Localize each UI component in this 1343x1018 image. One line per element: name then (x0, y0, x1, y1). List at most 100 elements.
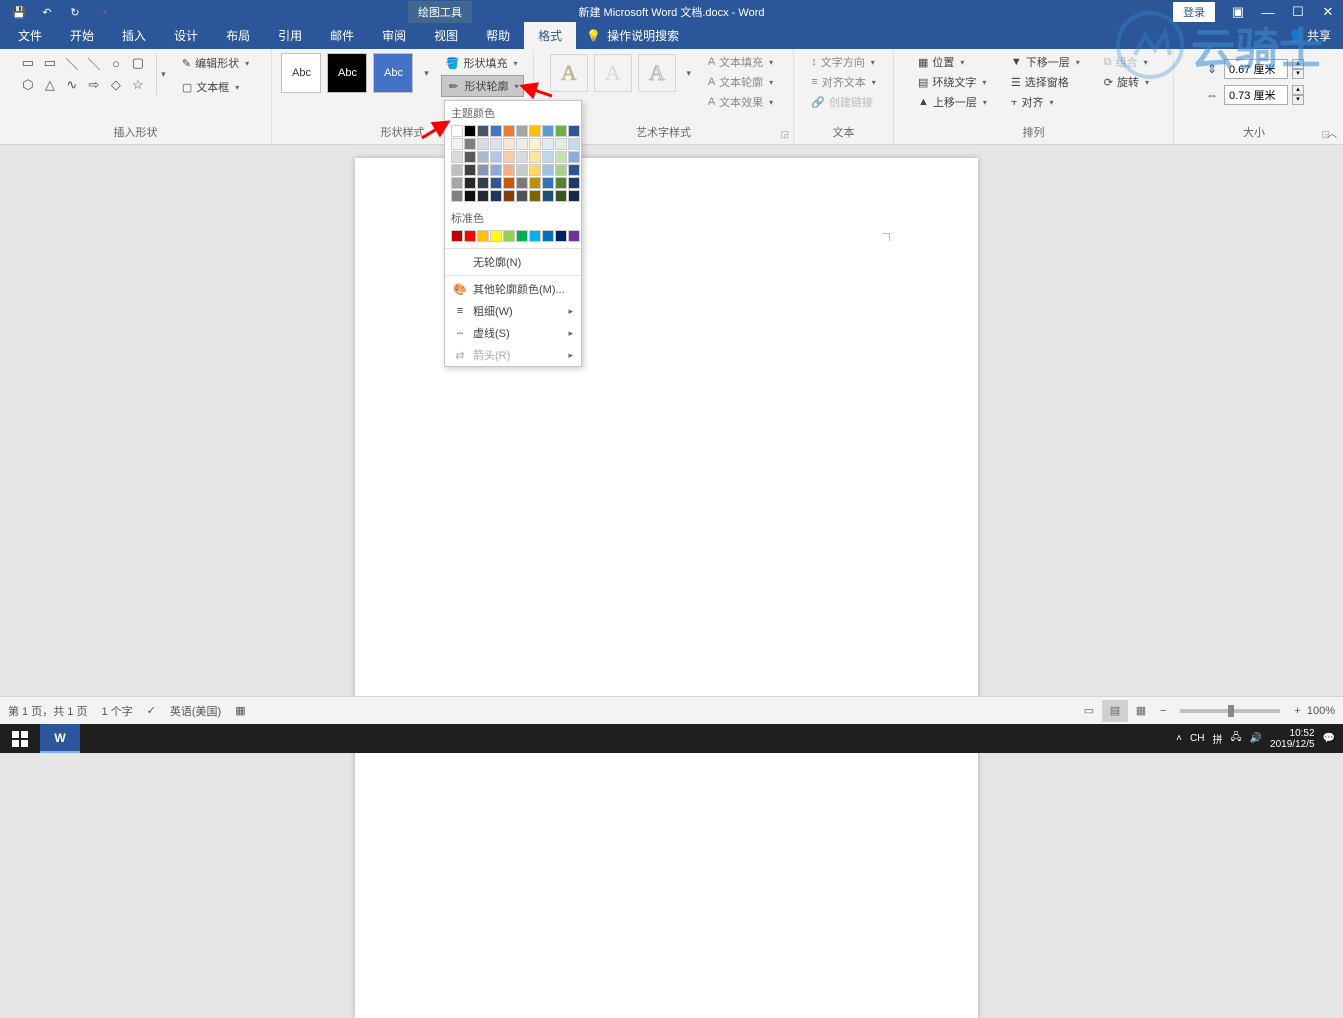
undo-icon[interactable]: ↶ (40, 6, 54, 19)
color-swatch[interactable] (503, 138, 515, 150)
selection-pane-button[interactable]: ☰选择窗格 (1007, 73, 1084, 91)
color-swatch[interactable] (451, 230, 463, 242)
color-swatch[interactable] (555, 190, 567, 202)
color-swatch[interactable] (529, 230, 541, 242)
color-swatch[interactable] (516, 230, 528, 242)
document-area[interactable] (0, 145, 1343, 696)
color-swatch[interactable] (516, 177, 528, 189)
collapse-ribbon-icon[interactable]: ︿ (1327, 125, 1337, 140)
align-text-button[interactable]: ≡ 对齐文本▾ (807, 73, 879, 91)
shape-arrow-icon[interactable]: ⇨ (84, 75, 104, 95)
tab-design[interactable]: 设计 (160, 22, 212, 49)
shape-line-icon[interactable]: ＼ (62, 53, 82, 73)
shape-line2-icon[interactable]: ＼ (84, 53, 104, 73)
tab-insert[interactable]: 插入 (108, 22, 160, 49)
shape-fill-button[interactable]: 🪣 形状填充 ▾ (441, 53, 523, 73)
zoom-out-button[interactable]: − (1160, 705, 1166, 717)
shape-roundrect-icon[interactable]: ▢ (128, 53, 148, 73)
weight-item[interactable]: ≡ 粗细(W) ▸ (445, 300, 581, 322)
color-swatch[interactable] (555, 230, 567, 242)
color-swatch[interactable] (516, 138, 528, 150)
color-swatch[interactable] (464, 151, 476, 163)
height-control[interactable]: ⇕ ▴▾ (1204, 59, 1304, 79)
color-swatch[interactable] (464, 190, 476, 202)
shape-outline-button[interactable]: ✏ 形状轮廓 ▾ (441, 75, 523, 97)
color-swatch[interactable] (555, 151, 567, 163)
color-swatch[interactable] (568, 164, 580, 176)
shapes-gallery[interactable]: ▭ ▭ ＼ ＼ ○ ▢ ⬡ △ ∿ ⇨ ◇ ☆ ▾ (18, 53, 170, 95)
tab-review[interactable]: 审阅 (368, 22, 420, 49)
color-swatch[interactable] (542, 177, 554, 189)
word-taskbar-button[interactable]: W (40, 724, 80, 753)
color-swatch[interactable] (555, 177, 567, 189)
color-swatch[interactable] (568, 177, 580, 189)
close-icon[interactable]: ✕ (1313, 4, 1343, 20)
macro-indicator[interactable]: ▦ (235, 704, 245, 717)
color-swatch[interactable] (451, 164, 463, 176)
tab-format[interactable]: 格式 (524, 22, 576, 49)
position-button[interactable]: ▦位置▾ (914, 53, 991, 71)
color-swatch[interactable] (477, 230, 489, 242)
color-swatch[interactable] (542, 151, 554, 163)
color-swatch[interactable] (529, 177, 541, 189)
redo-icon[interactable]: ↻ (68, 6, 82, 19)
shapes-more-button[interactable]: ▾ (156, 53, 170, 95)
color-swatch[interactable] (516, 151, 528, 163)
dashes-item[interactable]: ┄ 虚线(S) ▸ (445, 322, 581, 344)
color-swatch[interactable] (477, 177, 489, 189)
color-swatch[interactable] (568, 138, 580, 150)
color-swatch[interactable] (503, 190, 515, 202)
wordart-launcher[interactable]: ◲ (780, 129, 789, 140)
color-swatch[interactable] (542, 190, 554, 202)
color-swatch[interactable] (451, 190, 463, 202)
tab-references[interactable]: 引用 (264, 22, 316, 49)
color-swatch[interactable] (464, 164, 476, 176)
drawing-tools-tab[interactable]: 绘图工具 (408, 1, 472, 23)
login-button[interactable]: 登录 (1173, 2, 1215, 22)
text-fill-button[interactable]: A 文本填充▾ (704, 53, 777, 71)
tray-chevron-icon[interactable]: ˄ (1176, 733, 1182, 744)
shape-style-gallery[interactable]: Abc Abc Abc ▾ (281, 53, 433, 93)
volume-icon[interactable]: 🔊 (1250, 733, 1262, 744)
align-button[interactable]: ⫟对齐▾ (1007, 93, 1084, 111)
tell-me-search[interactable]: 💡 操作说明搜索 (576, 22, 689, 49)
color-swatch[interactable] (451, 138, 463, 150)
color-swatch[interactable] (451, 177, 463, 189)
color-swatch[interactable] (529, 138, 541, 150)
zoom-level[interactable]: 100% (1307, 705, 1335, 717)
shape-hexagon-icon[interactable]: ⬡ (18, 75, 38, 95)
color-swatch[interactable] (503, 125, 515, 137)
color-swatch[interactable] (464, 138, 476, 150)
tab-home[interactable]: 开始 (56, 22, 108, 49)
wordart-gallery[interactable]: A A A ▾ (550, 53, 696, 93)
color-swatch[interactable] (568, 190, 580, 202)
shape-curve-icon[interactable]: ∿ (62, 75, 82, 95)
color-swatch[interactable] (477, 138, 489, 150)
color-swatch[interactable] (490, 151, 502, 163)
wordart-more[interactable]: ▾ (682, 53, 696, 93)
ime-language[interactable]: CH (1190, 733, 1204, 744)
text-box-button[interactable]: ▢ 文本框 ▾ (178, 77, 253, 97)
color-swatch[interactable] (516, 164, 528, 176)
start-button[interactable] (0, 724, 40, 753)
send-backward-button[interactable]: ▼下移一层▾ (1007, 53, 1084, 71)
color-swatch[interactable] (477, 190, 489, 202)
color-swatch[interactable] (477, 125, 489, 137)
shape-rect-icon[interactable]: ▭ (40, 53, 60, 73)
shape-styles-more[interactable]: ▾ (419, 53, 433, 93)
color-swatch[interactable] (490, 164, 502, 176)
web-layout-button[interactable]: ▦ (1128, 700, 1154, 722)
notifications-icon[interactable]: 💬 (1323, 733, 1335, 744)
color-swatch[interactable] (503, 151, 515, 163)
color-swatch[interactable] (451, 151, 463, 163)
color-swatch[interactable] (464, 230, 476, 242)
color-swatch[interactable] (542, 164, 554, 176)
color-swatch[interactable] (542, 230, 554, 242)
color-swatch[interactable] (464, 177, 476, 189)
width-spinner[interactable]: ▴▾ (1292, 85, 1304, 105)
language-indicator[interactable]: 英语(美国) (170, 703, 221, 719)
wordart-swatch-2[interactable]: A (594, 54, 632, 92)
color-swatch[interactable] (568, 151, 580, 163)
color-swatch[interactable] (542, 138, 554, 150)
color-swatch[interactable] (490, 177, 502, 189)
